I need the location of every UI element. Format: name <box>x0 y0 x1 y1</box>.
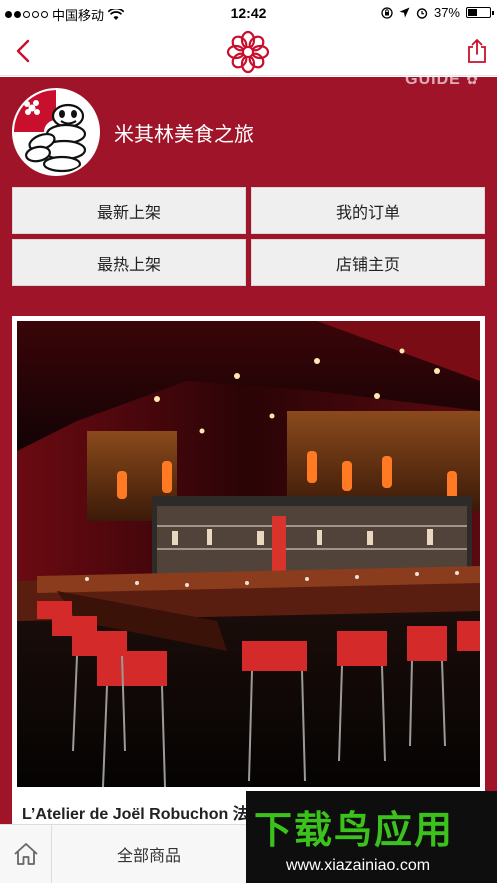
restaurant-interior-image <box>17 321 480 787</box>
guide-watermark: GUIDE ✿ <box>405 77 479 89</box>
my-orders-button[interactable]: 我的订单 <box>251 187 485 234</box>
status-bar: 中国移动 12:42 37% <box>0 0 497 26</box>
nav-bar <box>0 26 497 76</box>
avatar[interactable] <box>12 88 100 176</box>
watermark-title: 下载鸟应用 <box>254 808 455 852</box>
orientation-lock-icon <box>381 6 393 19</box>
battery-percent: 37% <box>433 5 460 20</box>
battery-icon <box>466 7 494 18</box>
shop-homepage-button[interactable]: 店铺主页 <box>251 239 485 286</box>
shop-name: 米其林美食之旅 <box>114 121 254 146</box>
home-icon <box>13 843 38 865</box>
all-products-tab[interactable]: 全部商品 <box>52 825 246 883</box>
share-icon[interactable] <box>467 38 487 64</box>
alarm-icon <box>416 7 428 19</box>
shop-content: GUIDE ✿ 米其林美食之旅 最新上架 我的订单 最热上架 店铺主页 L’At… <box>0 77 497 824</box>
product-title[interactable]: L’Atelier de Joël Robuchon 法 <box>22 800 249 824</box>
status-right: 37% <box>381 5 494 20</box>
watermark-overlay: 下载鸟应用 www.xiazainiao.com <box>246 791 497 883</box>
michelin-flower-icon <box>226 30 270 74</box>
guide-text: GUIDE <box>405 77 461 88</box>
shop-header: 米其林美食之旅 <box>12 87 254 177</box>
restaurant-photo[interactable] <box>17 321 480 787</box>
chevron-left-icon[interactable] <box>10 36 38 66</box>
home-tab[interactable] <box>0 825 52 883</box>
hottest-products-button[interactable]: 最热上架 <box>12 239 246 286</box>
flower-small-icon: ✿ <box>466 77 479 87</box>
michelin-man-icon <box>14 90 98 174</box>
watermark-url: www.xiazainiao.com <box>286 857 431 874</box>
shop-button-grid: 最新上架 我的订单 最热上架 店铺主页 <box>12 187 485 286</box>
newest-products-button[interactable]: 最新上架 <box>12 187 246 234</box>
location-icon <box>399 7 410 18</box>
product-card[interactable]: L’Atelier de Joël Robuchon 法 <box>12 316 485 824</box>
battery-fill <box>468 9 477 16</box>
